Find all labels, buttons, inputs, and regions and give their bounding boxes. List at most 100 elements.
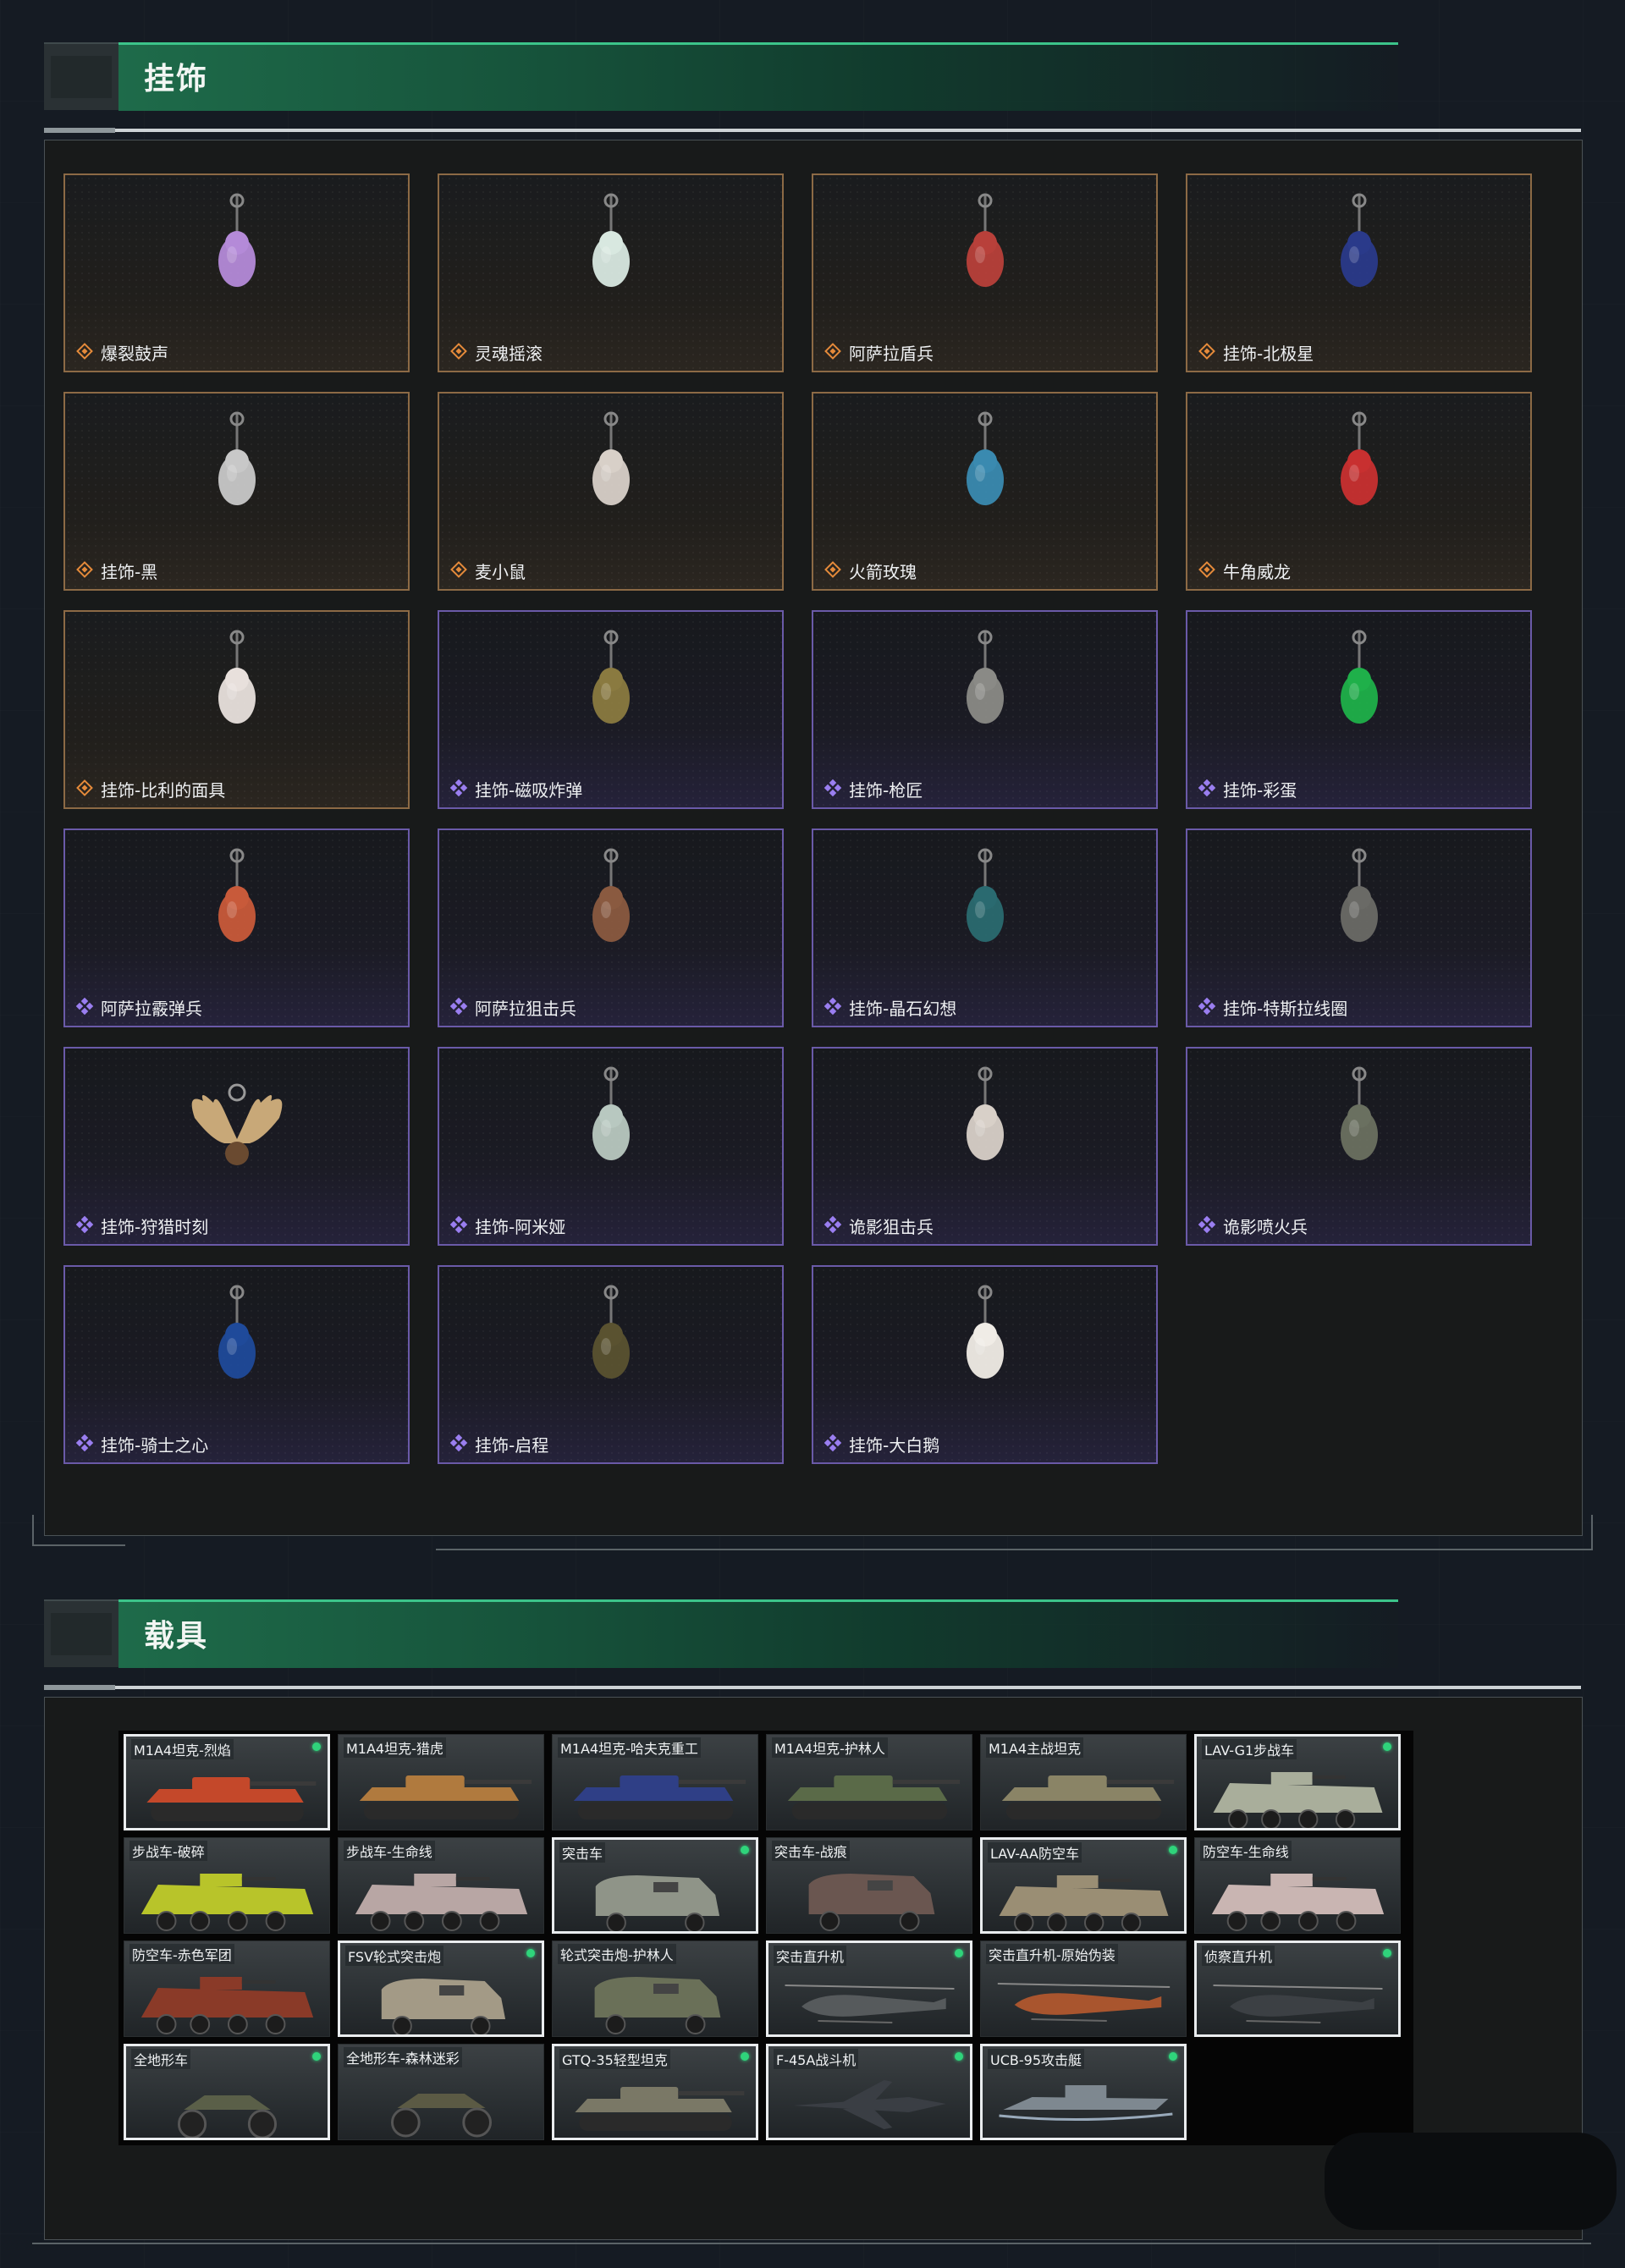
legendary-rarity-icon [1198,560,1216,579]
vehicle-card[interactable]: FSV轮式突击炮 [338,1940,544,2037]
vehicle-card[interactable]: LAV-G1步战车 [1194,1734,1401,1830]
pendant-card[interactable]: 挂饰-枪匠 [812,610,1158,809]
pendant-card[interactable]: 挂饰-狩猎时刻 [63,1047,410,1246]
vehicle-card[interactable]: GTQ-35轻型坦克 [552,2044,758,2140]
vehicle-name: M1A4坦克-哈夫克重工 [558,1737,701,1758]
pendant-card[interactable]: 阿萨拉狙击兵 [438,828,784,1027]
vehicle-name: 突击车 [559,1842,606,1863]
vehicle-card[interactable]: UCB-95攻击艇 [980,2044,1187,2140]
pendants-section-title: 挂饰 [144,62,209,96]
panel-frame-line [1591,1515,1593,1550]
header-bar [118,42,1398,111]
owned-status-dot-icon [312,1742,321,1751]
vehicle-card[interactable]: 步战车-生命线 [338,1837,544,1934]
pendant-card[interactable]: 火箭玫瑰 [812,392,1158,591]
legendary-rarity-icon [449,342,468,361]
vehicle-name: 侦察直升机 [1202,1946,1275,1966]
pendant-card[interactable]: 挂饰-磁吸炸弹 [438,610,784,809]
pendant-card[interactable]: 爆裂鼓声 [63,173,410,372]
pendant-card[interactable]: 挂饰-黑 [63,392,410,591]
pendant-card[interactable]: 挂饰-晶石幻想 [812,828,1158,1027]
pendant-card[interactable]: 麦小鼠 [438,392,784,591]
owned-status-dot-icon [741,2052,749,2061]
vehicle-card[interactable]: 侦察直升机 [1194,1940,1401,2037]
drummer-charm-icon [178,185,296,329]
atv-vehicle-icon [177,2095,278,2138]
section-divider [44,128,1581,133]
pendants-section-header: 挂饰 [44,42,1398,111]
pendant-card[interactable]: 挂饰-北极星 [1186,173,1532,372]
epic-rarity-icon [824,1434,842,1452]
pendant-card[interactable]: 挂饰-特斯拉线圈 [1186,828,1532,1027]
panel-frame-line [436,1549,1591,1550]
pendant-card[interactable]: 挂饰-阿米娅 [438,1047,784,1246]
vehicle-card[interactable]: 轮式突击炮-护林人 [552,1940,758,2037]
epic-rarity-icon [449,779,468,797]
truck-vehicle-icon [594,1977,721,2034]
epic-rarity-icon [824,997,842,1016]
vehicle-card[interactable]: 突击直升机 [766,1940,972,2037]
epic-rarity-icon [824,1215,842,1234]
ifv-vehicle-icon [140,1977,314,2034]
vehicle-name: 全地形车 [131,2049,191,2069]
vehicles-section-title: 载具 [144,1619,209,1654]
legendary-rarity-icon [75,342,94,361]
pendant-name: 麦小鼠 [475,562,526,582]
pendant-card[interactable]: 挂饰-彩蛋 [1186,610,1532,809]
tank-vehicle-icon [359,1775,532,1819]
pendant-card[interactable]: 挂饰-骑士之心 [63,1265,410,1464]
epic-rarity-icon [75,997,94,1016]
pendant-name: 挂饰-狩猎时刻 [101,1217,209,1237]
header-tab-block [44,1599,118,1667]
pendant-name: 挂饰-启程 [475,1435,549,1456]
pendant-card[interactable]: 诡影狙击兵 [812,1047,1158,1246]
owned-status-dot-icon [955,1949,963,1957]
vehicle-card[interactable]: 全地形车-森林迷彩 [338,2044,544,2140]
panel-frame-line [32,2243,1591,2244]
pendant-card[interactable]: 挂饰-启程 [438,1265,784,1464]
gunsmith-case-charm-icon [926,622,1044,766]
vehicle-card[interactable]: LAV-AA防空车 [980,1837,1187,1934]
pendant-card[interactable]: 灵魂摇滚 [438,173,784,372]
vehicle-card[interactable]: 全地形车 [124,2044,330,2140]
pendant-name: 挂饰-黑 [101,562,158,582]
vehicle-card[interactable]: M1A4坦克-猎虎 [338,1734,544,1830]
pendant-card[interactable]: 诡影喷火兵 [1186,1047,1532,1246]
billy-mask-charm-icon [178,622,296,766]
vehicle-name: M1A4坦克-猎虎 [344,1737,446,1758]
owned-status-dot-icon [741,1846,749,1854]
amiya-rabbit-charm-icon [552,1059,670,1203]
knight-heart-charm-icon [178,1277,296,1421]
heli-vehicle-icon [1213,1984,1383,2023]
pendant-name: 挂饰-大白鹅 [849,1435,940,1456]
ifv-vehicle-icon [140,1874,314,1931]
vehicle-name: FSV轮式突击炮 [345,1946,444,1966]
jet-vehicle-icon [793,2080,946,2129]
vehicle-name: 步战车-破碎 [129,1841,207,1861]
vehicle-card[interactable]: 突击车-战痕 [766,1837,972,1934]
vehicle-card[interactable]: F-45A战斗机 [766,2044,972,2140]
vehicle-card[interactable]: 步战车-破碎 [124,1837,330,1934]
pendant-card[interactable]: 牛角威龙 [1186,392,1532,591]
section-divider [44,1685,1581,1690]
pendant-card[interactable]: 挂饰-大白鹅 [812,1265,1158,1464]
tank-vehicle-icon [1001,1775,1175,1819]
epic-rarity-icon [449,1434,468,1452]
vehicle-card[interactable]: 防空车-生命线 [1194,1837,1401,1934]
vehicle-card[interactable]: 突击车 [552,1837,758,1934]
vehicle-card[interactable]: M1A4坦克-烈焰 [124,1734,330,1830]
pendant-name: 挂饰-枪匠 [849,780,923,801]
vehicle-card[interactable]: M1A4坦克-护林人 [766,1734,972,1830]
vehicle-card[interactable]: M1A4主战坦克 [980,1734,1187,1830]
pendant-name: 诡影狙击兵 [849,1217,934,1237]
vehicle-card[interactable]: 防空车-赤色军团 [124,1940,330,2037]
tank-vehicle-icon [787,1775,961,1819]
vehicle-name: 突击直升机-原始伪装 [986,1944,1118,1964]
heli-vehicle-icon [997,1983,1171,2022]
vehicle-card[interactable]: 突击直升机-原始伪装 [980,1940,1187,2037]
pendant-card[interactable]: 阿萨拉盾兵 [812,173,1158,372]
pendant-card[interactable]: 阿萨拉霰弹兵 [63,828,410,1027]
vehicle-card[interactable]: M1A4坦克-哈夫克重工 [552,1734,758,1830]
pendant-card[interactable]: 挂饰-比利的面具 [63,610,410,809]
epic-rarity-icon [1198,779,1216,797]
